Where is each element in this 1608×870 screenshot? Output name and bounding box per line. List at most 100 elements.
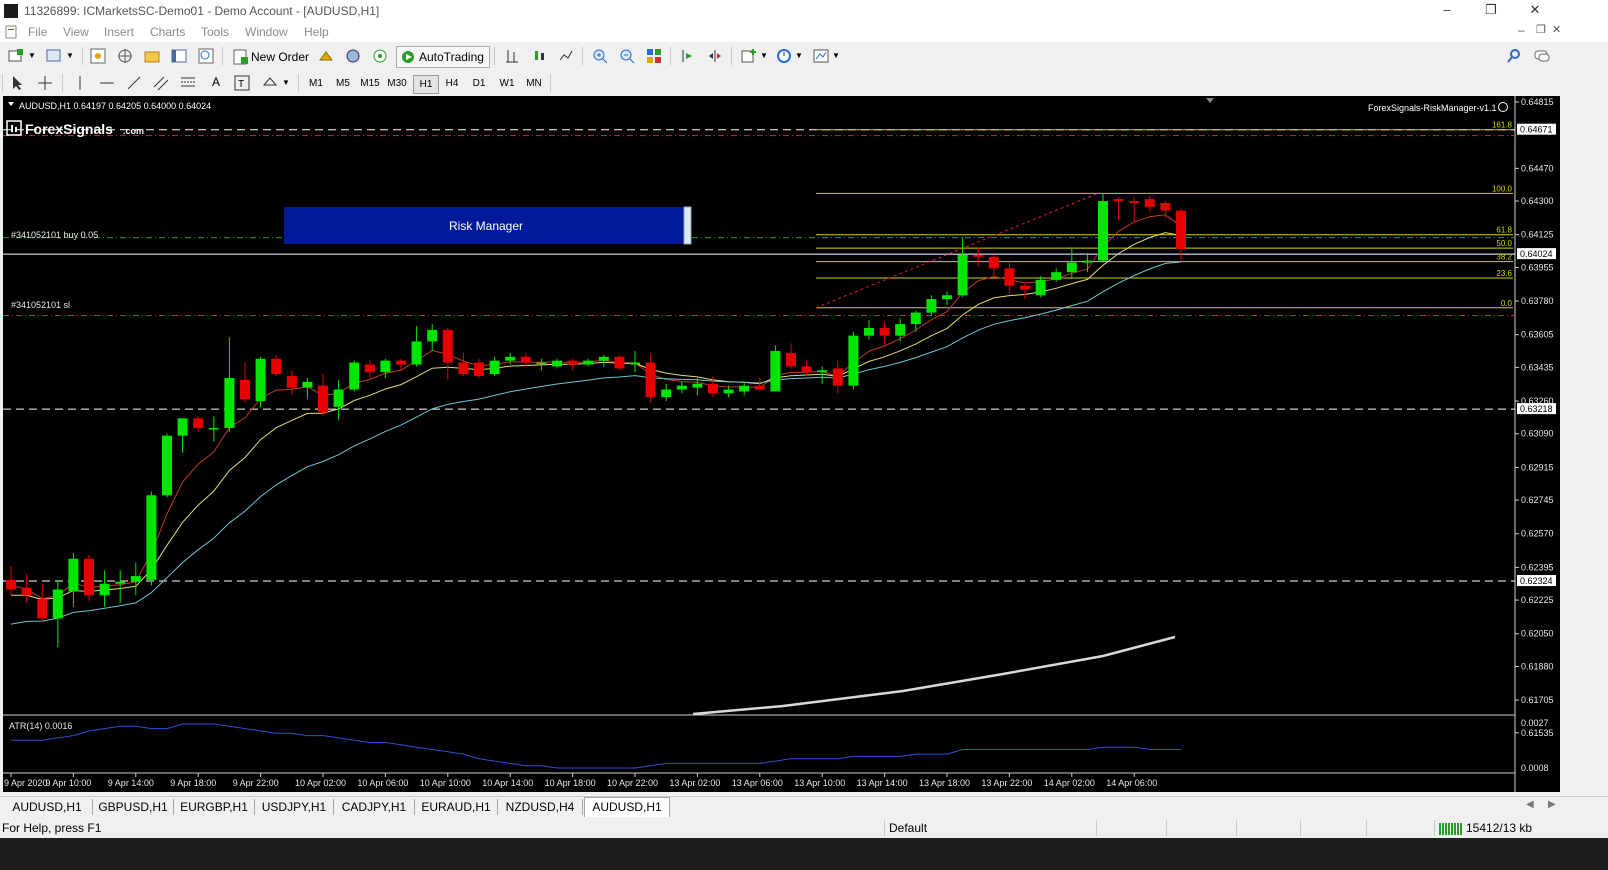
- profiles-dropdown-icon[interactable]: ▼: [66, 51, 74, 60]
- menu-window[interactable]: Window: [245, 25, 288, 39]
- menu-file[interactable]: File: [28, 25, 47, 39]
- timeframe-m5[interactable]: M5: [331, 75, 355, 92]
- price-tick-label: 0.64300: [1521, 196, 1554, 206]
- candle-bull: [146, 495, 157, 580]
- periods-icon[interactable]: [776, 48, 792, 64]
- timeframe-h1[interactable]: H1: [413, 75, 439, 94]
- auto-scroll-icon[interactable]: [680, 48, 696, 64]
- candle-bull: [1082, 260, 1093, 263]
- timeframe-mn[interactable]: MN: [522, 75, 546, 92]
- tab-audusd-h1[interactable]: AUDUSD,H1: [2, 799, 93, 815]
- close-icon[interactable]: ✕: [1520, 2, 1550, 20]
- risk-manager-handle[interactable]: [683, 206, 692, 245]
- candle-bear: [1176, 210, 1186, 250]
- templates-icon[interactable]: [813, 48, 829, 64]
- timeframe-m15[interactable]: M15: [358, 75, 382, 92]
- timeframe-d1[interactable]: D1: [467, 75, 491, 92]
- price-tick-label: 0.63955: [1521, 262, 1554, 272]
- search-icon[interactable]: [1506, 48, 1522, 64]
- timeframe-m30[interactable]: M30: [385, 75, 409, 92]
- new-chart-dropdown-icon[interactable]: ▼: [28, 51, 36, 60]
- bar-chart-icon[interactable]: [504, 48, 520, 64]
- equidistant-channel-icon[interactable]: [153, 75, 169, 91]
- market-icon[interactable]: [372, 48, 388, 64]
- tile-windows-icon[interactable]: [646, 48, 662, 64]
- tab-scroll-right-icon[interactable]: ▶: [1548, 799, 1556, 810]
- text-tool-icon[interactable]: A: [212, 75, 220, 89]
- price-chart[interactable]: 161.8 100.0 61.8 50.0 38.2 23.6 0.0 0.64815 0.6…: [3, 96, 1560, 792]
- ma-mid-line: [11, 232, 1182, 601]
- restore-icon[interactable]: ❐: [1476, 2, 1506, 20]
- menu-tools[interactable]: Tools: [201, 25, 229, 39]
- templates-dropdown-icon[interactable]: ▼: [832, 51, 840, 60]
- cursor-icon[interactable]: [10, 75, 26, 91]
- zoom-out-icon[interactable]: [619, 48, 635, 64]
- signals-icon[interactable]: [345, 48, 361, 64]
- timeframe-h4[interactable]: H4: [440, 75, 464, 92]
- line-chart-icon[interactable]: [558, 48, 574, 64]
- tab-cadjpy-h1[interactable]: CADJPY,H1: [334, 799, 415, 815]
- terminal-icon[interactable]: [171, 48, 187, 64]
- tab-gbpusd-h1[interactable]: GBPUSD,H1: [93, 799, 174, 815]
- horizontal-line-icon[interactable]: [99, 75, 115, 91]
- time-tick-label: 13 Apr 22:00: [981, 778, 1032, 788]
- arrows-dropdown-icon[interactable]: ▼: [282, 78, 290, 87]
- fibonacci-icon[interactable]: [180, 75, 196, 91]
- tab-scroll-left-icon[interactable]: ◀: [1526, 799, 1534, 810]
- candlestick-icon[interactable]: [531, 48, 547, 64]
- periods-dropdown-icon[interactable]: ▼: [795, 51, 803, 60]
- chart-canvas[interactable]: 161.8 100.0 61.8 50.0 38.2 23.6 0.0 0.64815 0.6…: [3, 96, 1560, 792]
- chart-menu-icon[interactable]: [8, 102, 14, 106]
- ma-slow-line: [10, 261, 1182, 625]
- tab-eurgbp-h1[interactable]: EURGBP,H1: [174, 799, 255, 815]
- mdi-minimize-icon[interactable]: –: [1518, 23, 1525, 37]
- separator: [82, 47, 83, 65]
- price-tick-label: 0.61880: [1521, 661, 1554, 671]
- trendline-icon[interactable]: [126, 75, 142, 91]
- candle-bull: [208, 427, 219, 430]
- timeframe-w1[interactable]: W1: [495, 75, 519, 92]
- tab-euraud-h1[interactable]: EURAUD,H1: [415, 799, 498, 815]
- menu-insert[interactable]: Insert: [104, 25, 134, 39]
- mdi-close-icon[interactable]: ✕: [1552, 23, 1561, 36]
- minimize-icon[interactable]: –: [1432, 2, 1462, 20]
- candle-bull: [1098, 201, 1108, 261]
- folder-icon[interactable]: [144, 48, 160, 64]
- menu-help[interactable]: Help: [304, 25, 329, 39]
- connection-bars-icon: [1439, 823, 1462, 835]
- chart-shift-marker-icon[interactable]: [1206, 98, 1214, 103]
- strategy-tester-icon[interactable]: [198, 48, 214, 64]
- tab-nzdusd-h4[interactable]: NZDUSD,H4: [498, 799, 583, 815]
- autotrading-button[interactable]: AutoTrading: [396, 46, 490, 68]
- candle-bear: [271, 358, 282, 375]
- crosshair-icon[interactable]: [37, 75, 53, 91]
- indicators-icon[interactable]: [741, 48, 757, 64]
- status-divider: [884, 820, 885, 836]
- arrows-icon[interactable]: [262, 75, 278, 91]
- new-chart-icon[interactable]: [8, 48, 24, 64]
- indicators-dropdown-icon[interactable]: ▼: [760, 51, 768, 60]
- gold-icon[interactable]: [318, 48, 334, 64]
- market-watch-icon[interactable]: [90, 48, 106, 64]
- svg-text:T: T: [238, 79, 244, 90]
- timeframe-m1[interactable]: M1: [304, 75, 328, 92]
- candle-bear: [1113, 199, 1124, 202]
- navigator-icon[interactable]: [117, 48, 133, 64]
- tab-audusd-h1-active[interactable]: AUDUSD,H1: [584, 797, 670, 817]
- candle-bear: [614, 356, 625, 369]
- chat-icon[interactable]: [1534, 48, 1550, 64]
- vertical-line-icon[interactable]: [72, 75, 88, 91]
- menu-view[interactable]: View: [63, 25, 89, 39]
- price-tick-label: 0.63435: [1521, 362, 1554, 372]
- time-tick-label: 9 Apr 10:00: [45, 778, 91, 788]
- price-tick-label: 0.62395: [1521, 562, 1554, 572]
- menu-charts[interactable]: Charts: [150, 25, 185, 39]
- text-label-icon[interactable]: T: [234, 75, 250, 91]
- profiles-icon[interactable]: [46, 48, 62, 64]
- tab-usdjpy-h1[interactable]: USDJPY,H1: [255, 799, 334, 815]
- mdi-restore-icon[interactable]: ❐: [1536, 23, 1546, 36]
- zoom-in-icon[interactable]: [592, 48, 608, 64]
- chart-shift-icon[interactable]: [707, 48, 723, 64]
- time-tick-label: 10 Apr 14:00: [482, 778, 533, 788]
- new-order-button[interactable]: New Order: [229, 46, 313, 68]
